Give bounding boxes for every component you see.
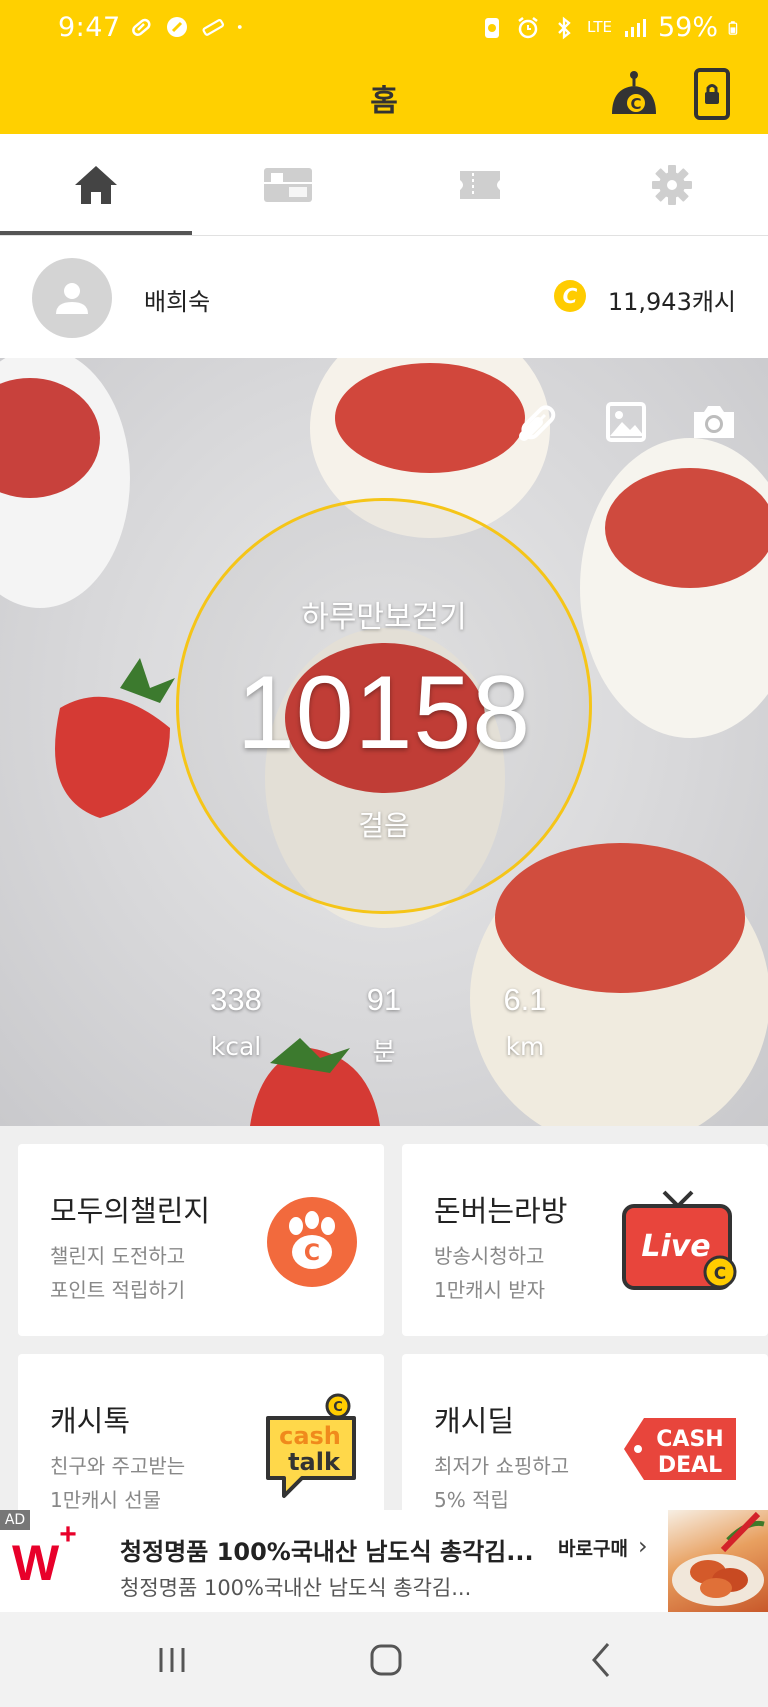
ad-product-image[interactable] <box>668 1510 768 1612</box>
notification-icons <box>128 14 250 40</box>
status-right: LTE 59% <box>479 12 744 43</box>
battery-percent: 59% <box>657 12 718 43</box>
cash-balance[interactable]: 11,943캐시 <box>608 282 736 317</box>
cashdeal-text-cash: CASH <box>656 1427 723 1452</box>
ad-title: 청정명품 100%국내산 남도식 총각김... <box>120 1538 534 1566</box>
cashwalk-status-icon <box>485 17 500 38</box>
stat-calories-unit: kcal <box>210 1032 262 1061</box>
status-bar: 9:47 LTE 59% <box>0 0 768 54</box>
user-name: 배희숙 <box>144 288 211 316</box>
recent-apps-icon[interactable] <box>148 1636 196 1684</box>
svg-text:C: C <box>630 95 641 113</box>
pedometer-label: 하루만보걷기 <box>301 600 467 635</box>
step-unit: 걸음 <box>358 809 410 842</box>
pedometer-hero: 하루만보걷기 10158 걸음 338 kcal 91 분 6.1 km <box>0 358 768 1126</box>
stat-calories: 338 kcal <box>176 982 296 1061</box>
ad-badge: AD <box>0 1510 30 1530</box>
camera-icon[interactable] <box>690 398 738 446</box>
tab-ticket[interactable] <box>384 134 576 235</box>
stat-minutes: 91 분 <box>324 982 444 1068</box>
home-icon <box>75 165 117 204</box>
stat-minutes-unit: 분 <box>372 1037 396 1066</box>
cashtalk-text-talk: talk <box>288 1448 341 1476</box>
signal-icon <box>624 18 646 37</box>
stat-distance-value: 6.1 <box>503 982 547 1017</box>
gift-card-icon <box>264 167 312 202</box>
app-header: 홈 C <box>0 54 768 134</box>
card-title: 돈버는라방 <box>434 1194 568 1228</box>
cashwalk-icon <box>167 17 187 37</box>
image-icon[interactable] <box>602 398 650 446</box>
profile-row: 배희숙 C 11,943캐시 <box>0 236 768 358</box>
ad-banner[interactable]: AD W+ 청정명품 100%국내산 남도식 총각김... 청정명품 100%국… <box>0 1510 768 1612</box>
avatar[interactable] <box>32 258 112 338</box>
active-tab-indicator <box>0 231 192 235</box>
svg-text:C: C <box>304 1241 320 1266</box>
bluetooth-icon <box>558 16 571 39</box>
status-time: 9:47 <box>58 12 121 43</box>
coin-icon: C <box>554 280 586 312</box>
back-icon[interactable] <box>578 1636 626 1684</box>
cashtalk-text-cash: cash <box>279 1422 341 1450</box>
card-subtitle: 포인트 적립하기 <box>50 1278 186 1302</box>
card-subtitle: 챌린지 도전하고 <box>50 1244 186 1268</box>
person-icon <box>56 283 88 314</box>
tab-gift-card[interactable] <box>192 134 384 235</box>
stat-distance: 6.1 km <box>465 982 585 1061</box>
card-subtitle: 5% 적립 <box>434 1488 509 1512</box>
card-title: 모두의챌린지 <box>50 1194 211 1228</box>
card-live-broadcast[interactable]: 돈버는라방 방송시청하고 1만캐시 받자 Live C <box>402 1144 768 1336</box>
ad-logo-letter: W <box>12 1535 60 1591</box>
ad-logo: W+ <box>12 1518 77 1592</box>
pill-icon[interactable] <box>514 398 562 446</box>
live-tv-icon: Live C <box>622 1190 737 1290</box>
network-label: LTE <box>587 18 612 36</box>
cashwalk-character-icon[interactable]: C <box>606 66 662 122</box>
card-subtitle: 방송시청하고 <box>434 1244 545 1268</box>
card-challenge[interactable]: 모두의챌린지 챌린지 도전하고 포인트 적립하기 C <box>18 1144 384 1336</box>
cashtalk-icon: C cash talk <box>266 1393 356 1498</box>
card-title: 캐시딜 <box>434 1404 515 1438</box>
stat-distance-unit: km <box>505 1032 545 1061</box>
chevron-right-icon[interactable]: › <box>638 1532 648 1560</box>
pill-icon <box>132 18 151 37</box>
dot-icon <box>237 25 242 29</box>
tab-settings[interactable] <box>576 134 768 235</box>
home-button-icon[interactable] <box>362 1636 410 1684</box>
ad-logo-plus: + <box>59 1518 77 1552</box>
ad-cta-button[interactable]: 바로구매 <box>558 1534 628 1561</box>
ticket-icon <box>460 170 500 199</box>
card-subtitle: 최저가 쇼핑하고 <box>434 1454 570 1478</box>
card-title: 캐시톡 <box>50 1404 131 1438</box>
svg-text:C: C <box>714 1264 726 1284</box>
kimchi-image <box>672 1511 765 1606</box>
card-subtitle: 1만캐시 받자 <box>434 1278 546 1302</box>
ad-subtitle: 청정명품 100%국내산 남도식 총각김... <box>120 1576 472 1600</box>
svg-text:C: C <box>333 1400 343 1415</box>
alarm-icon <box>518 16 538 38</box>
lockscreen-icon[interactable] <box>684 66 740 122</box>
challenge-paw-icon: C <box>267 1197 357 1287</box>
stat-calories-value: 338 <box>210 982 262 1017</box>
system-nav-bar <box>0 1612 768 1707</box>
tab-home[interactable] <box>0 134 192 235</box>
live-text: Live <box>641 1229 710 1264</box>
battery-icon <box>728 20 738 35</box>
cashdeal-tag-icon: CASH DEAL <box>624 1418 736 1480</box>
pencil-icon <box>202 19 225 36</box>
cashdeal-text-deal: DEAL <box>658 1453 722 1478</box>
card-subtitle: 1만캐시 선물 <box>50 1488 162 1512</box>
card-subtitle: 친구와 주고받는 <box>50 1454 186 1478</box>
gear-icon <box>652 164 692 205</box>
stat-minutes-value: 91 <box>366 982 402 1017</box>
tab-bar <box>0 134 768 236</box>
step-count: 10158 <box>236 655 532 771</box>
